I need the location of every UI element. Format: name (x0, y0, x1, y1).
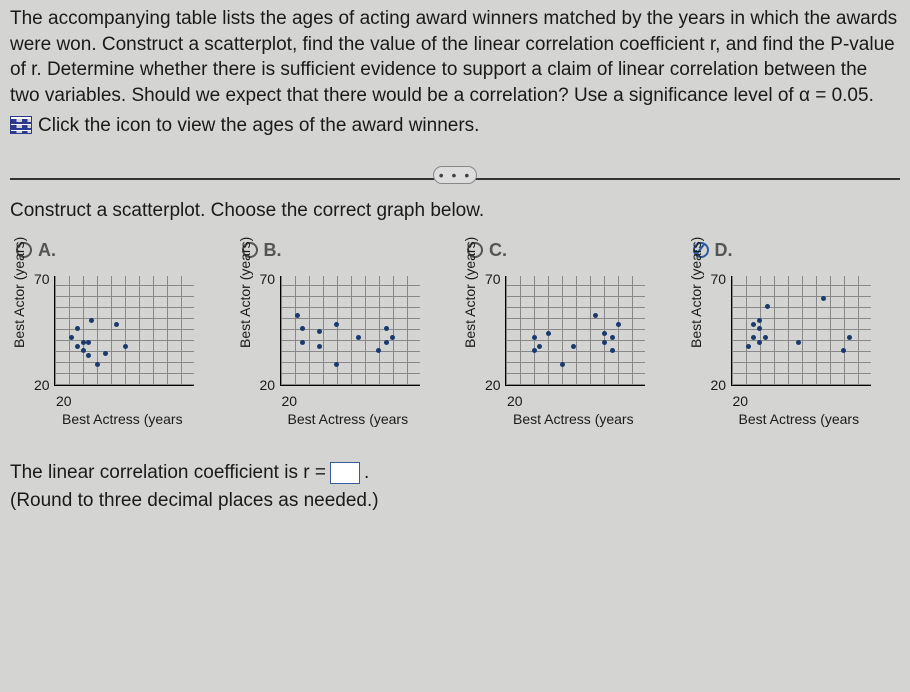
data-point (334, 362, 339, 367)
data-point (295, 313, 300, 318)
ytick-max: 70 (260, 270, 276, 289)
ytick-max: 70 (34, 270, 50, 289)
problem-statement: The accompanying table lists the ages of… (10, 6, 900, 109)
option-d-label: D. (715, 238, 733, 262)
data-point (384, 326, 389, 331)
data-point (75, 326, 80, 331)
data-point (317, 344, 322, 349)
data-point (847, 335, 852, 340)
data-point (376, 348, 381, 353)
answer-suffix: . (364, 460, 369, 486)
chart-c: 70 20 Best Actor (years) 20 Best Actress… (467, 268, 667, 438)
ytick-min: 20 (711, 376, 727, 395)
data-point (593, 313, 598, 318)
options-row: A. 70 20 Best Actor (years) 20 Best Actr… (10, 238, 900, 438)
data-point (546, 331, 551, 336)
scatterplot-prompt: Construct a scatterplot. Choose the corr… (10, 198, 900, 224)
data-point (751, 335, 756, 340)
chart-d: 70 20 Best Actor (years) 20 Best Actress… (693, 268, 893, 438)
option-c-label: C. (489, 238, 507, 262)
ytick-min: 20 (34, 376, 50, 395)
xlabel: Best Actress (years (513, 410, 634, 429)
xtick-min: 20 (56, 392, 72, 411)
data-point (616, 322, 621, 327)
xlabel: Best Actress (years (739, 410, 860, 429)
data-point (384, 340, 389, 345)
data-point (95, 362, 100, 367)
data-point (821, 296, 826, 301)
data-point (89, 318, 94, 323)
data-point (334, 322, 339, 327)
xlabel: Best Actress (years (62, 410, 183, 429)
ylabel: Best Actor (years) (687, 237, 706, 348)
data-point (123, 344, 128, 349)
ytick-max: 70 (711, 270, 727, 289)
ytick-max: 70 (485, 270, 501, 289)
ytick-min: 20 (485, 376, 501, 395)
ylabel: Best Actor (years) (461, 237, 480, 348)
option-a[interactable]: A. 70 20 Best Actor (years) 20 Best Actr… (16, 238, 224, 438)
data-point (610, 335, 615, 340)
data-point (757, 318, 762, 323)
expand-ellipsis[interactable]: • • • (433, 166, 477, 184)
data-point (610, 348, 615, 353)
chart-a: 70 20 Best Actor (years) 20 Best Actress… (16, 268, 216, 438)
data-point (765, 304, 770, 309)
option-c[interactable]: C. 70 20 Best Actor (years) 20 Best Actr… (467, 238, 675, 438)
table-icon[interactable] (10, 116, 32, 134)
answer-prefix: The linear correlation coefficient is r … (10, 460, 326, 486)
data-point (751, 322, 756, 327)
ylabel: Best Actor (years) (236, 237, 255, 348)
ytick-min: 20 (260, 376, 276, 395)
xtick-min: 20 (507, 392, 523, 411)
data-point (75, 344, 80, 349)
data-point (81, 348, 86, 353)
option-d[interactable]: D. 70 20 Best Actor (years) 20 Best Actr… (693, 238, 901, 438)
data-point (841, 348, 846, 353)
data-point (317, 329, 322, 334)
chart-b: 70 20 Best Actor (years) 20 Best Actress… (242, 268, 442, 438)
data-point (300, 340, 305, 345)
data-point (602, 331, 607, 336)
r-input[interactable] (330, 462, 360, 484)
data-point (757, 340, 762, 345)
option-b-label: B. (264, 238, 282, 262)
data-point (746, 344, 751, 349)
data-point (532, 335, 537, 340)
xlabel: Best Actress (years (288, 410, 409, 429)
data-point (86, 353, 91, 358)
option-b[interactable]: B. 70 20 Best Actor (years) 20 Best Actr… (242, 238, 450, 438)
rounding-hint: (Round to three decimal places as needed… (10, 488, 900, 514)
ylabel: Best Actor (years) (10, 237, 29, 348)
data-point (763, 335, 768, 340)
data-point (390, 335, 395, 340)
data-point (81, 340, 86, 345)
data-point (560, 362, 565, 367)
icon-link-text[interactable]: Click the icon to view the ages of the a… (38, 113, 479, 139)
data-point (532, 348, 537, 353)
data-point (602, 340, 607, 345)
xtick-min: 20 (282, 392, 298, 411)
data-point (103, 351, 108, 356)
xtick-min: 20 (733, 392, 749, 411)
data-point (69, 335, 74, 340)
data-point (300, 326, 305, 331)
data-point (356, 335, 361, 340)
data-point (86, 340, 91, 345)
data-point (571, 344, 576, 349)
data-point (796, 340, 801, 345)
option-a-label: A. (38, 238, 56, 262)
data-point (537, 344, 542, 349)
data-point (757, 326, 762, 331)
data-point (114, 322, 119, 327)
